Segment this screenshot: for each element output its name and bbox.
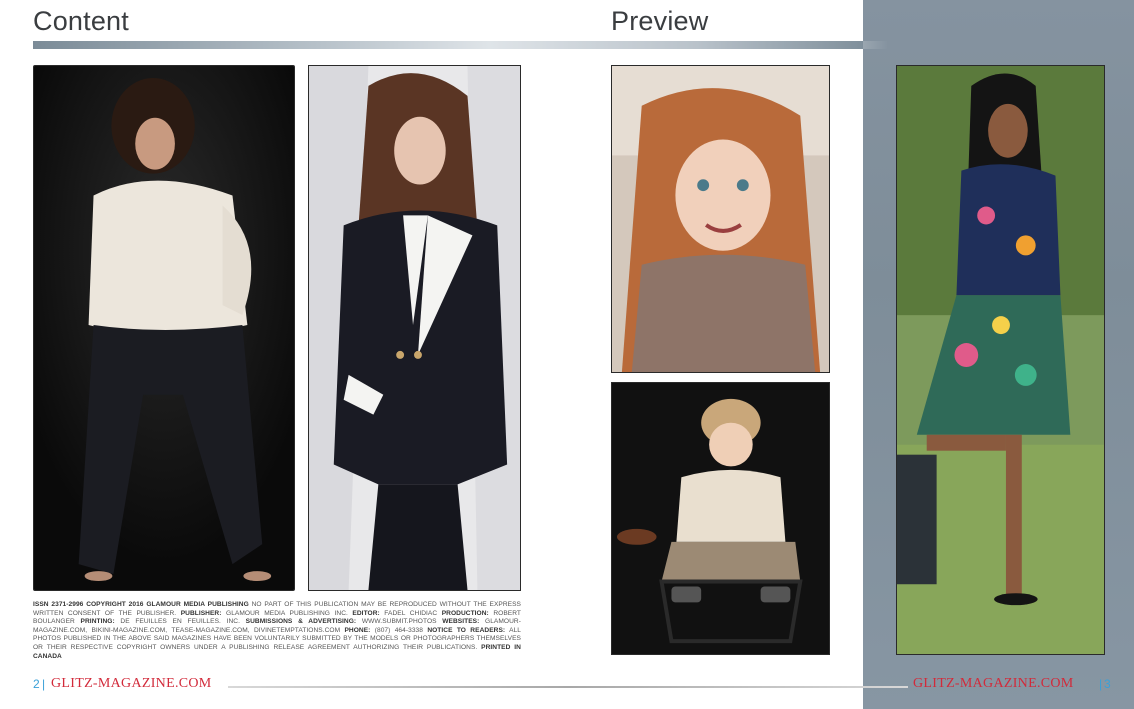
colophon-label: PUBLISHER: [180,609,222,617]
title-divider-extension [863,41,887,49]
preview-heading: Preview [611,6,709,36]
colophon-label: PRODUCTION: [441,609,489,617]
right-page-separator: | [1099,677,1103,691]
colophon-text: GLAMOUR MEDIA PUBLISHING INC. [221,609,353,617]
content-heading: Content [33,6,129,36]
publication-colophon: ISSN 2371-2996 COPYRIGHT 2016 GLAMOUR ME… [33,601,521,661]
photo-smiling-girl-art [612,66,829,372]
colophon-label: WEBSITES: [442,618,480,626]
colophon-label: EDITOR: [352,609,380,617]
colophon-label: PHONE: [344,626,371,634]
photo-woman-floral-dress[interactable] [896,65,1105,655]
colophon-label: ISSN 2371-2996 COPYRIGHT 2016 GLAMOUR ME… [33,601,249,608]
colophon-label: PRINTING: [80,618,115,626]
colophon-text: DE FEUILLES EN FEUILLES. INC. [114,618,246,626]
left-brand-link[interactable]: GLITZ-MAGAZINE.COM [51,676,212,692]
photo-woman-black-blazer-art [309,66,520,590]
colophon-text: (807) 464-3338 [370,626,428,634]
title-divider-bar [33,41,863,49]
photo-boy-on-chair[interactable] [611,382,830,655]
photo-woman-floral-dress-art [897,66,1104,654]
left-page-number: 2 [33,677,40,691]
photo-woman-white-sweater-art [34,66,294,590]
colophon-text: FADEL CHIDIAC [379,609,442,617]
photo-woman-black-blazer[interactable] [308,65,521,591]
photo-boy-on-chair-art [612,383,829,654]
colophon-label: NOTICE TO READERS: [427,626,506,634]
photo-smiling-girl[interactable] [611,65,830,373]
colophon-label: SUBMISSIONS & ADVERTISING: [245,618,357,626]
footer-divider-line [228,686,908,688]
right-brand-link[interactable]: GLITZ-MAGAZINE.COM [913,676,1074,692]
colophon-text: WWW.SUBMIT.PHOTOS [356,618,443,626]
left-page-separator: | [42,677,46,691]
right-page-number: 3 [1104,677,1111,691]
photo-woman-white-sweater[interactable] [33,65,295,591]
